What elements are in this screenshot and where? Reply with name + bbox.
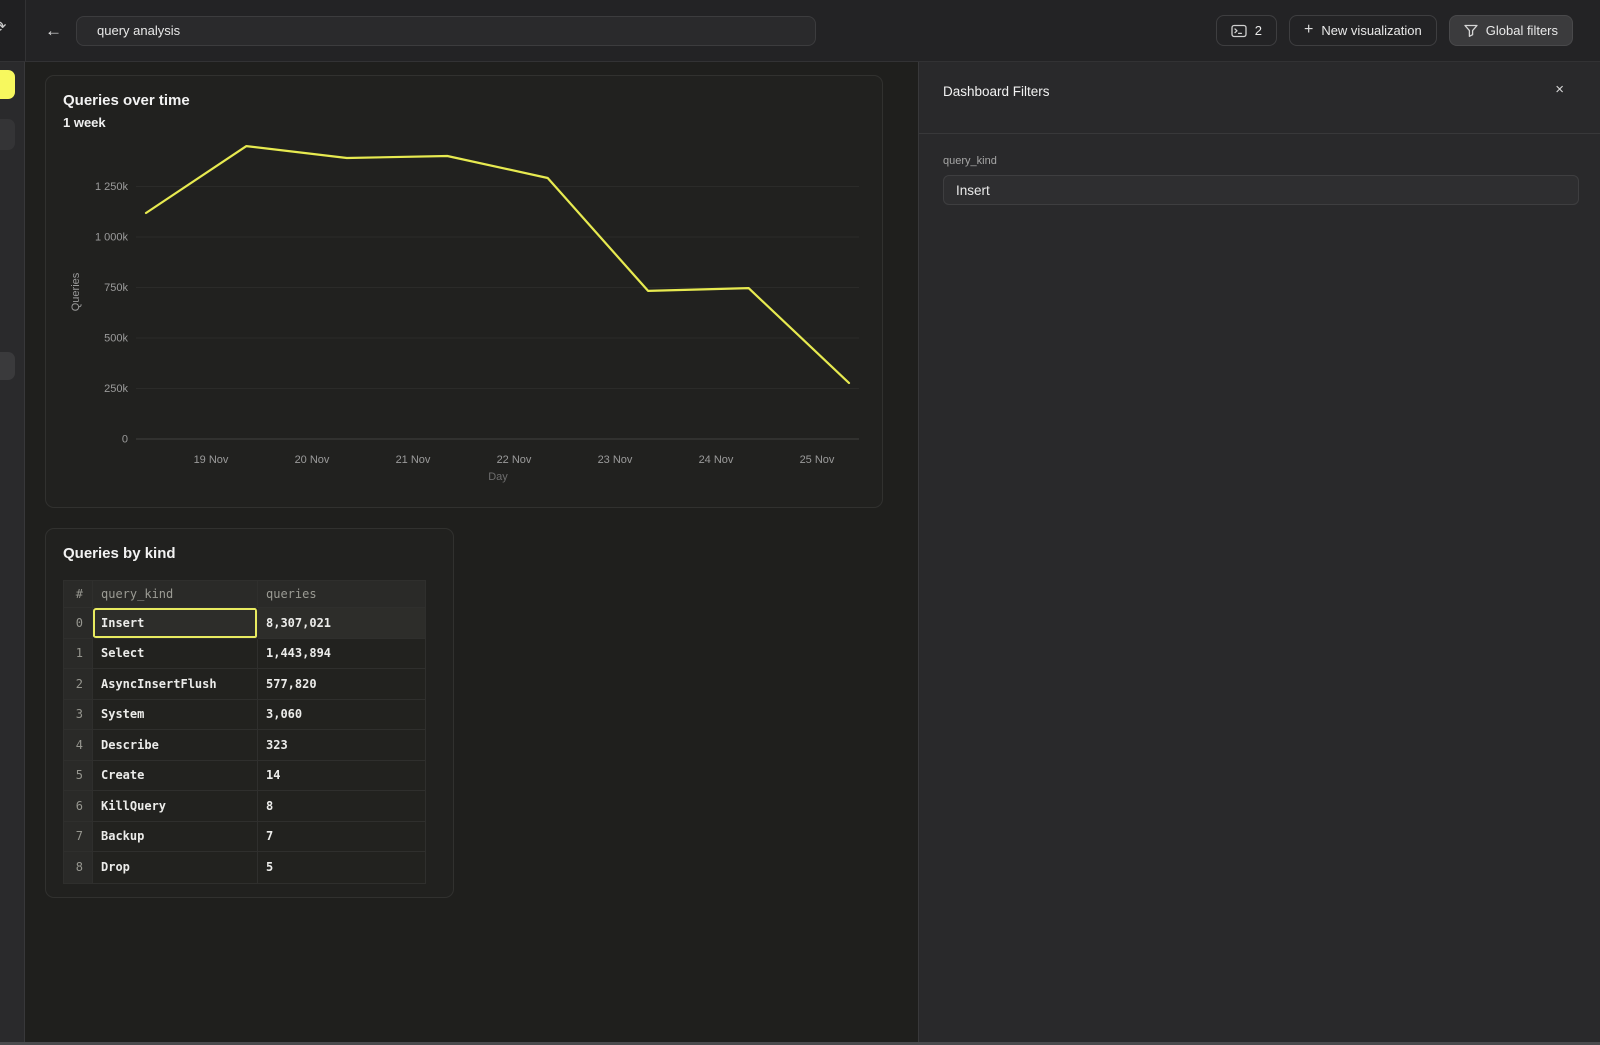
plus-icon: + [1304,21,1313,39]
table-row[interactable]: 7Backup7 [64,822,425,853]
global-filters-button[interactable]: Global filters [1449,15,1573,46]
row-index-cell: 5 [64,761,93,792]
header-queries: queries [258,581,425,608]
topbar-rail-corner: ⟳ [0,0,26,61]
chart-title: Queries over time [46,76,882,109]
table-header-row: # query_kind queries [64,581,425,608]
table-card: Queries by kind # query_kind queries 0In… [45,528,454,898]
query-kind-cell[interactable]: Insert [93,608,258,639]
table-row[interactable]: 0Insert8,307,021 [64,608,425,639]
main-content: Queries over time 1 week 0 250k 500k 750k 1 … [25,62,918,1045]
query-kind-cell[interactable]: KillQuery [93,791,258,822]
svg-text:25 Nov: 25 Nov [800,454,835,466]
query-kind-cell[interactable]: Describe [93,730,258,761]
close-icon: × [1555,81,1564,98]
svg-text:23 Nov: 23 Nov [598,454,633,466]
funnel-icon [1464,24,1478,37]
queries-value-cell: 8,307,021 [258,608,425,639]
dashboard-title-input[interactable] [76,16,816,46]
table-row[interactable]: 4Describe323 [64,730,425,761]
new-visualization-label: New visualization [1321,23,1421,38]
rail-item[interactable] [0,352,15,380]
svg-text:0: 0 [122,434,128,446]
filters-panel: Dashboard Filters × query_kind [918,62,1600,1045]
svg-text:22 Nov: 22 Nov [497,454,532,466]
console-count: 2 [1255,23,1262,38]
chart-subtitle: 1 week [46,109,882,130]
queries-line-chart: 0 250k 500k 750k 1 000k 1 250k Queries 19 Nov 20… [46,76,882,507]
row-index-cell: 4 [64,730,93,761]
svg-text:1 250k: 1 250k [95,181,129,193]
row-index-cell: 6 [64,791,93,822]
row-index-cell: 3 [64,700,93,731]
queries-value-cell: 14 [258,761,425,792]
svg-text:250k: 250k [104,383,128,395]
filters-panel-header: Dashboard Filters × [919,62,1600,134]
svg-text:Day: Day [488,471,508,483]
svg-text:24 Nov: 24 Nov [699,454,734,466]
row-index-cell: 0 [64,608,93,639]
queries-table: # query_kind queries 0Insert8,307,0211Se… [63,580,426,884]
console-icon [1231,24,1247,38]
svg-text:20 Nov: 20 Nov [295,454,330,466]
table-row[interactable]: 3System3,060 [64,700,425,731]
global-filters-label: Global filters [1486,23,1558,38]
filters-panel-title: Dashboard Filters [943,84,1050,99]
query-kind-cell[interactable]: AsyncInsertFlush [93,669,258,700]
rail-item-active[interactable] [0,70,15,99]
query-kind-cell[interactable]: Drop [93,852,258,883]
queries-value-cell: 577,820 [258,669,425,700]
row-index-cell: 2 [64,669,93,700]
table-row[interactable]: 8Drop5 [64,852,425,883]
chart-card: Queries over time 1 week 0 250k 500k 750k 1 … [45,75,883,508]
history-icon[interactable]: ⟳ [0,20,6,36]
table-row[interactable]: 5Create14 [64,761,425,792]
query-kind-cell[interactable]: Backup [93,822,258,853]
svg-text:Queries: Queries [70,272,82,311]
table-title: Queries by kind [46,529,453,562]
svg-text:21 Nov: 21 Nov [396,454,431,466]
svg-text:19 Nov: 19 Nov [194,454,229,466]
left-rail [0,62,25,1045]
filter-field-input[interactable] [943,175,1579,205]
header-query-kind: query_kind [93,581,258,608]
app-root: ⟳ ← 2 + New visualization [0,0,1600,1045]
topbar-actions: 2 + New visualization Global filters [1216,15,1573,46]
row-index-cell: 7 [64,822,93,853]
new-visualization-button[interactable]: + New visualization [1289,15,1437,46]
topbar: ⟳ ← 2 + New visualization [0,0,1600,62]
query-kind-cell[interactable]: System [93,700,258,731]
rail-item[interactable] [0,119,15,150]
row-index-cell: 1 [64,639,93,670]
back-arrow-icon: ← [45,21,62,40]
svg-text:750k: 750k [104,282,128,294]
filter-field-label: query_kind [943,155,1578,167]
queries-value-cell: 5 [258,852,425,883]
queries-value-cell: 1,443,894 [258,639,425,670]
table-row[interactable]: 2AsyncInsertFlush577,820 [64,669,425,700]
queries-value-cell: 3,060 [258,700,425,731]
table-body: 0Insert8,307,0211Select1,443,8942AsyncIn… [64,608,425,883]
queries-value-cell: 323 [258,730,425,761]
query-kind-cell[interactable]: Create [93,761,258,792]
row-index-cell: 8 [64,852,93,883]
query-kind-cell[interactable]: Select [93,639,258,670]
table-row[interactable]: 6KillQuery8 [64,791,425,822]
table-row[interactable]: 1Select1,443,894 [64,639,425,670]
back-button[interactable]: ← [39,18,68,43]
header-index: # [64,581,93,608]
svg-text:1 000k: 1 000k [95,232,129,244]
svg-text:500k: 500k [104,333,128,345]
panel-close-button[interactable]: × [1549,78,1570,101]
queries-value-cell: 8 [258,791,425,822]
queries-value-cell: 7 [258,822,425,853]
filters-panel-body: query_kind [919,134,1600,205]
console-count-button[interactable]: 2 [1216,15,1277,46]
